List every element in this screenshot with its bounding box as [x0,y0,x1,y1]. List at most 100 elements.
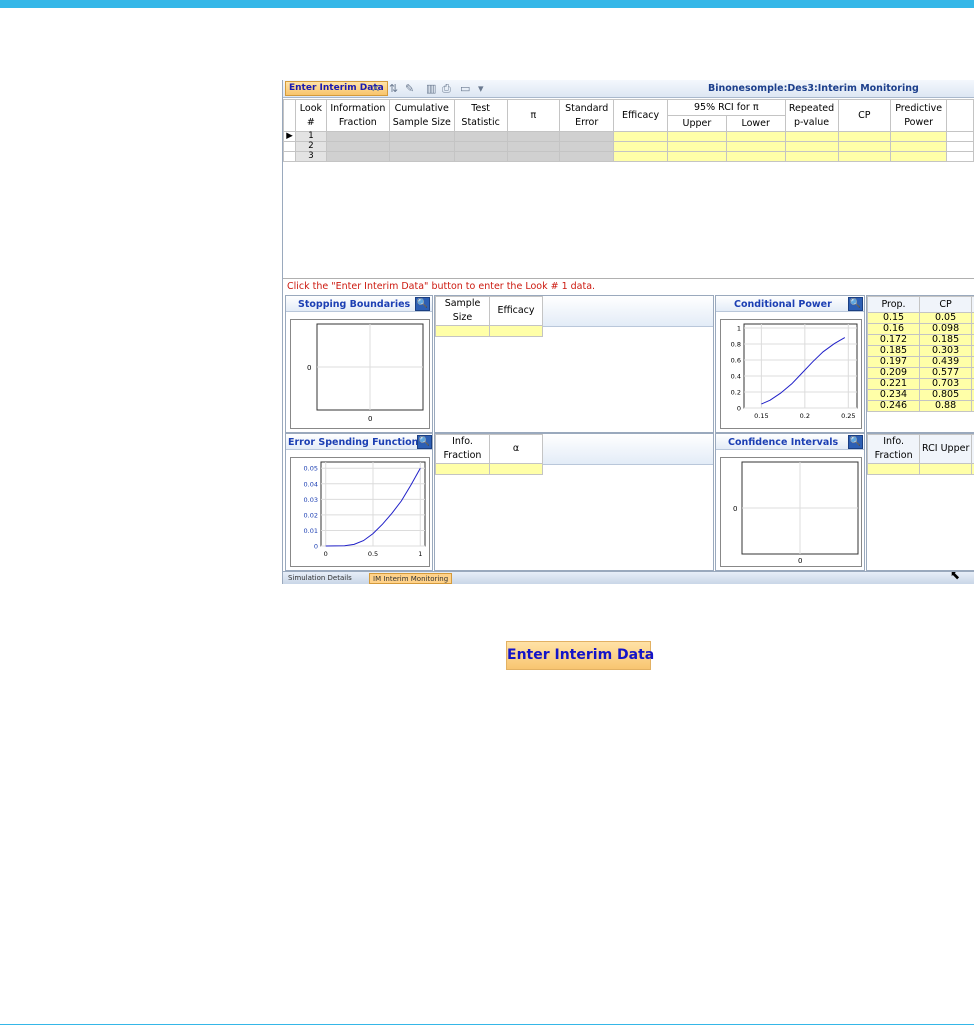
toolbar: Enter Interim Data ✕ ⇅ ✎ ▥ ⎙ ▭ ▾ Binones… [283,80,974,98]
cp-cell: 0.05 [919,312,973,324]
col-cp: CP [837,99,892,132]
print-icon[interactable]: ⎙ [442,81,451,96]
x-tick-label: 1 [418,550,422,558]
top-accent-bar [0,0,974,8]
table-row: 0.185 0.303 [867,345,974,357]
interim-monitoring-window: Enter Interim Data ✕ ⇅ ✎ ▥ ⎙ ▭ ▾ Binones… [282,80,974,584]
x-tick: 0 [368,415,372,423]
col-info-fraction: Info. Fraction [867,434,921,464]
table-row: 0.172 0.185 [867,334,974,346]
tab-interim-monitoring[interactable]: IM Interim Monitoring [369,573,453,584]
look-cell: 2 [294,141,327,152]
status-message: Click the "Enter Interim Data" button to… [287,281,596,292]
confidence-intervals-panel: Confidence Intervals 🔍 0 0 [715,433,865,571]
edit-icon[interactable]: ✎ [405,81,414,96]
col-look: Look # [294,99,327,132]
zoom-icon[interactable]: 🔍 [415,297,430,311]
table-row: 0.234 0.805 [867,389,974,401]
prop-cell: 0.15 [867,312,921,324]
table-row: 0.209 0.577 [867,367,974,379]
y-tick-label: 0.05 [304,465,318,473]
prop-cell: 0.172 [867,334,921,346]
y-tick-label: 0 [737,405,741,413]
col-rci-upper: Upper [667,115,727,132]
display-icon[interactable]: ▭ [460,81,470,96]
confidence-intervals-table: Info. Fraction RCI Upper [867,434,974,475]
col-prop: Prop. [867,296,921,313]
cp-cell: 0.88 [919,400,973,412]
bottom-accent-line [0,1024,974,1025]
zoom-icon[interactable]: 🔍 [417,435,432,449]
zoom-icon[interactable]: 🔍 [848,435,863,449]
zoom-icon[interactable]: 🔍 [848,297,863,311]
stopping-boundaries-table: Sample Size Efficacy [435,296,543,337]
panel-title: Confidence Intervals [728,437,839,448]
prop-cell: 0.197 [867,356,921,368]
col-cumulative-sample-size: Cumulative Sample Size [388,99,455,132]
y-tick-label: 0.03 [304,496,318,504]
table-row: 0.15 0.05 [867,312,974,324]
error-spending-chart[interactable]: 0.05 0.04 0.03 0.02 0.01 0 0 0.5 1 [290,457,430,567]
tab-simulation-details[interactable]: Simulation Details [285,573,355,584]
delete-icon[interactable]: ✕ [371,81,380,96]
col-rci-upper: RCI Upper [919,434,973,464]
y-tick-label: 0 [314,543,318,551]
y-tick-label: 0.02 [304,511,318,519]
x-tick-label: 0.5 [368,550,378,558]
col-test-statistic: Test Statistic [453,99,508,132]
look-cell: 1 [294,131,327,142]
y-tick-label: 0.4 [731,373,741,381]
error-spending-table: Info. Fraction α [435,434,543,475]
y-tick-label: 0.01 [304,527,318,535]
cp-cell: 0.805 [919,389,973,401]
message-divider [283,278,974,279]
chevron-down-icon[interactable]: ▾ [478,81,484,96]
col-spacer [946,99,974,132]
col-rci-group: 95% RCI for π [667,99,786,116]
table-row[interactable]: ▶ 1 [283,131,974,142]
conditional-power-table-panel: Prop. CP 0.15 0.05 0.16 0.098 0.172 0.185 0.18… [866,295,974,433]
y-tick-label: 0.2 [731,389,741,397]
panel-title: Conditional Power [734,299,832,310]
confidence-intervals-chart[interactable]: 0 0 [720,457,862,567]
col-standard-error: Standard Error [559,99,615,132]
col-predictive-power: Predictive Power [890,99,948,132]
x-tick-label: 0.25 [841,412,855,420]
prop-cell: 0.209 [867,367,921,379]
table-row[interactable]: 2 [283,141,974,152]
y-tick-label: 0.8 [731,341,741,349]
mouse-cursor-icon: ⬉ [950,568,961,582]
error-spending-table-panel: Info. Fraction α [434,433,714,571]
y-tick-label: 0.04 [304,480,318,488]
conditional-power-table: Prop. CP 0.15 0.05 0.16 0.098 0.172 0.185 0.18… [867,296,974,412]
current-row-icon: ▶ [283,131,296,142]
cp-cell: 0.577 [919,367,973,379]
table-row[interactable]: 3 [283,151,974,162]
prop-cell: 0.16 [867,323,921,335]
table-row: 0.246 0.88 [867,400,974,412]
cp-cell: 0.303 [919,345,973,357]
table-row: 0.197 0.439 [867,356,974,368]
prop-cell: 0.221 [867,378,921,390]
prop-cell: 0.246 [867,400,921,412]
col-info-fraction: Information Fraction [325,99,390,132]
error-spending-panel: Error Spending Function 🔍 0.05 0.04 0.03 0.… [285,433,433,571]
prop-cell: 0.185 [867,345,921,357]
y-tick-label: 1 [737,325,741,333]
chart-icon[interactable]: ▥ [426,81,436,96]
window-title: Binonesomple:Des3:Interim Monitoring [708,83,919,94]
stopping-boundaries-chart[interactable]: 0 0 [290,319,430,429]
y-tick-label: 0.6 [731,357,741,365]
interim-data-grid: Look # Information Fraction Cumulative S… [283,99,974,162]
enter-interim-data-callout-button[interactable]: Enter Interim Data [506,641,654,670]
conditional-power-chart[interactable]: 1 0.8 0.6 0.4 0.2 0 0.15 0.2 0.25 [720,319,862,429]
edit-rows-icon[interactable]: ⇅ [389,81,398,96]
error-spending-plot: 0.05 0.04 0.03 0.02 0.01 0 0 0.5 1 [304,461,426,558]
confidence-intervals-table-panel: Info. Fraction RCI Upper [866,433,974,571]
x-tick-label: 0.2 [800,412,810,420]
x-tick-label: 0 [324,550,328,558]
cp-cell: 0.439 [919,356,973,368]
y-tick: 0 [733,505,737,513]
col-efficacy: Efficacy [489,296,543,326]
cp-cell: 0.185 [919,334,973,346]
